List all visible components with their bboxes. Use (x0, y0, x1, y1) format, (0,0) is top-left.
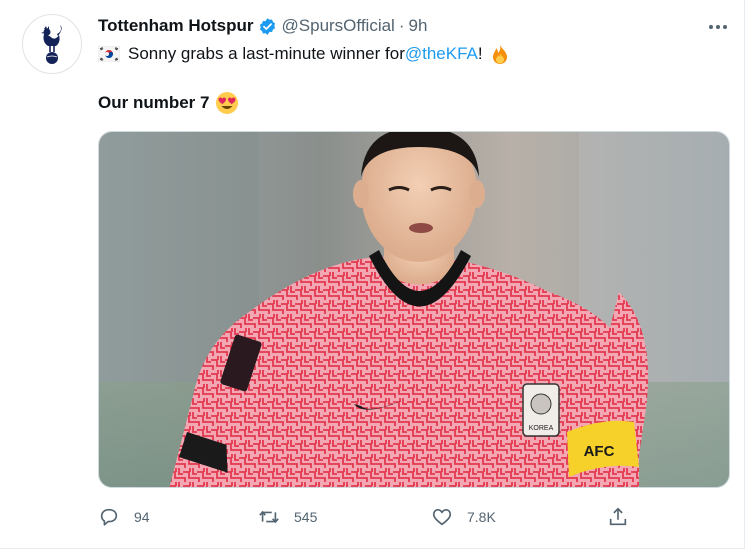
tweet-actions: 94 545 7.8K (98, 504, 738, 530)
retweet-button[interactable]: 545 (258, 504, 317, 530)
tweet-text-bold: Our number 7 (98, 93, 210, 112)
south-korea-flag-icon (97, 45, 121, 63)
heart-eyes-emoji-icon (215, 91, 239, 115)
handle[interactable]: @SpursOfficial (282, 16, 395, 36)
armband-text: AFC (584, 443, 615, 460)
reply-button[interactable]: 94 (98, 504, 150, 530)
tweet-text-end: ! (477, 44, 483, 63)
like-button[interactable]: 7.8K (431, 504, 496, 530)
share-icon (607, 506, 629, 528)
reply-count: 94 (134, 509, 150, 525)
retweet-icon (258, 506, 280, 528)
more-horizontal-icon (709, 25, 727, 29)
more-button[interactable] (704, 16, 732, 38)
player-photo: KOREA AFC (99, 132, 729, 487)
tweet-media[interactable]: KOREA AFC (98, 131, 730, 488)
reply-icon (98, 506, 120, 528)
tweet-card[interactable]: Tottenham Hotspur @SpursOfficial · 9h So… (0, 0, 745, 549)
timestamp[interactable]: 9h (409, 16, 428, 36)
fire-emoji-icon (489, 43, 511, 65)
cockerel-logo-icon (41, 25, 62, 64)
crest-text: KOREA (529, 425, 554, 432)
mention-link[interactable]: @theKFA (405, 43, 478, 65)
heart-icon (431, 506, 453, 528)
tweet-text: Sonny grabs a last-minute winner for @th… (97, 43, 511, 65)
avatar[interactable] (22, 14, 82, 74)
display-name[interactable]: Tottenham Hotspur (98, 16, 254, 36)
tweet-header: Tottenham Hotspur @SpursOfficial · 9h (98, 15, 427, 37)
tweet-text-part: Sonny grabs a last-minute winner for (128, 44, 405, 63)
tweet-text-line-2: Our number 7 (98, 91, 239, 115)
retweet-count: 545 (294, 509, 318, 525)
verified-badge-icon (258, 17, 277, 36)
separator-dot: · (398, 16, 405, 35)
share-button[interactable] (607, 504, 629, 530)
like-count: 7.8K (467, 509, 496, 525)
